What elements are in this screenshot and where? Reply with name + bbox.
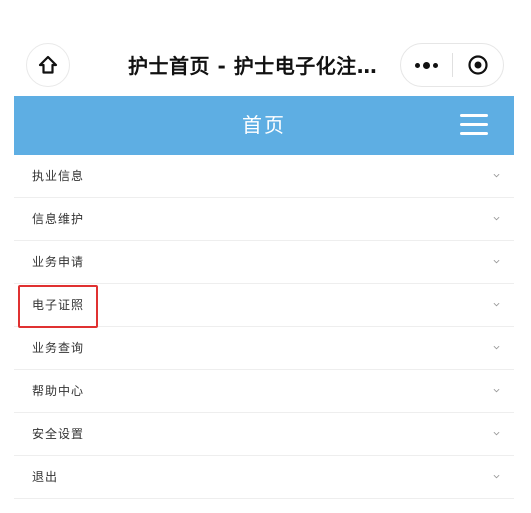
chevron-down-icon [493, 431, 500, 436]
chevron-down-icon [493, 302, 500, 307]
page-title: 护士首页 - 护士电子化注… [128, 54, 378, 78]
chevron-down-icon [493, 388, 500, 393]
chevron-down-icon [493, 474, 500, 479]
more-dots-icon [414, 61, 438, 69]
menu-item-help-center[interactable]: 帮助中心 [14, 370, 514, 413]
menu-item-logout[interactable]: 退出 [14, 456, 514, 499]
chevron-down-icon [493, 345, 500, 350]
menu-item-label: 信息维护 [32, 212, 85, 226]
menu-item-security-settings[interactable]: 安全设置 [14, 413, 514, 456]
capsule-menu [400, 43, 504, 87]
more-button[interactable] [401, 44, 452, 86]
menu-item-practice-info[interactable]: 执业信息 [14, 155, 514, 198]
home-button[interactable] [26, 43, 70, 87]
menu-item-label: 业务申请 [32, 255, 85, 269]
menu-item-business-query[interactable]: 业务查询 [14, 327, 514, 370]
home-icon [38, 55, 58, 74]
hamburger-menu-icon[interactable] [460, 112, 488, 136]
menu-item-business-application[interactable]: 业务申请 [14, 241, 514, 284]
menu-item-label: 执业信息 [32, 169, 85, 183]
close-miniprogram-icon [468, 55, 488, 75]
header-title: 首页 [242, 113, 286, 137]
menu-item-label: 退出 [32, 470, 59, 484]
app-header: 首页 [14, 96, 514, 155]
chevron-down-icon [493, 173, 500, 178]
chevron-down-icon [493, 259, 500, 264]
menu-item-info-maintenance[interactable]: 信息维护 [14, 198, 514, 241]
menu-item-label: 帮助中心 [32, 384, 85, 398]
wechat-top-bar: 护士首页 - 护士电子化注… [0, 38, 531, 94]
chevron-down-icon [493, 216, 500, 221]
menu-item-label: 安全设置 [32, 427, 85, 441]
menu-item-label: 业务查询 [32, 341, 85, 355]
close-miniprogram-button[interactable] [452, 44, 503, 86]
page: 护士首页 - 护士电子化注… 首页 执业信息 信息维护 业务申请 电子证照 业务… [0, 0, 531, 513]
highlight-box [18, 285, 98, 328]
